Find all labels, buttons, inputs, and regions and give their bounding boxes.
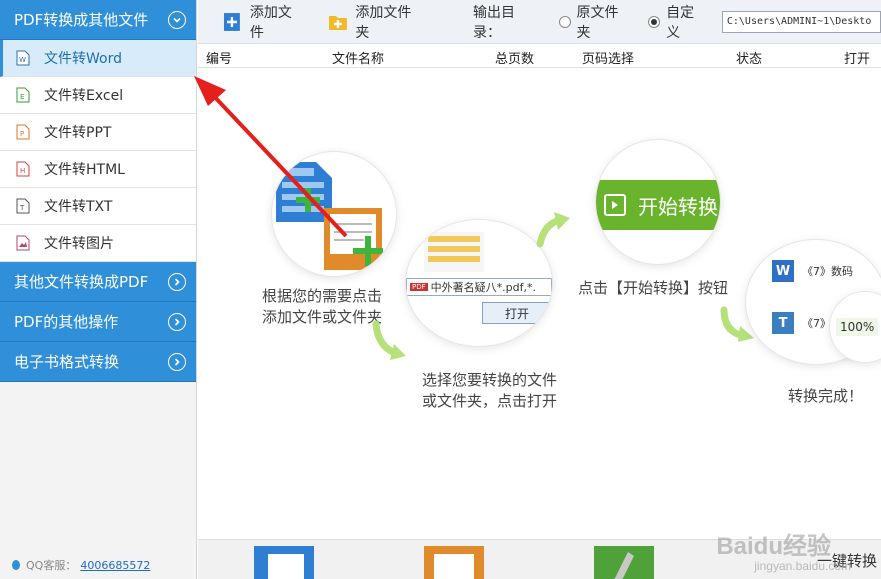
baidu-watermark: Baidu经验 (716, 533, 831, 560)
svg-text:E: E (20, 93, 24, 101)
ppt-file-icon: P (16, 124, 30, 140)
col-open: 打开 (844, 52, 871, 67)
word-doc-icon: W (772, 260, 794, 282)
toolbar: 添加文件 添加文件夹 输出目录： 原文件夹 自定义 C:\Users\ADMIN… (198, 0, 881, 44)
add-file-button[interactable]: 添加文件 (222, 2, 306, 42)
step4-text: 转换完成！ (788, 387, 864, 405)
result-row-1: W 《7》数码 (772, 260, 853, 282)
radio-custom-folder[interactable]: 自定义 (648, 2, 708, 42)
qq-label: QQ客服： (26, 559, 77, 572)
chevron-right-icon (168, 272, 186, 291)
add-folder-button[interactable]: 添加文件夹 (328, 2, 425, 42)
col-filename: 文件名称 (332, 52, 385, 67)
output-dir-label: 输出目录： (472, 4, 515, 41)
svg-text:W: W (19, 56, 26, 64)
image-file-icon (16, 235, 30, 251)
add-folder-icon (328, 15, 347, 30)
file-name-text: 中外著名疑 (430, 281, 486, 294)
col-total-pages: 总页数 (495, 52, 535, 67)
svg-text:P: P (20, 130, 24, 138)
sidebar-item-to-html[interactable]: H 文件转HTML (0, 151, 196, 188)
sidebar-item-label: 文件转Word (44, 51, 122, 67)
step2-illustration: PDF 中外著名疑 八*.pdf,*. 打开 (406, 220, 552, 346)
col-page-select: 页码选择 (582, 52, 635, 67)
chevron-down-icon (168, 10, 186, 29)
section-pdf-other-ops[interactable]: PDF的其他操作 (0, 302, 196, 342)
start-convert-button[interactable]: 开始转换 (596, 180, 720, 230)
section-label: 电子书格式转换 (14, 353, 120, 371)
add-file-illustration (276, 162, 383, 270)
sidebar: PDF转换成其他文件 W 文件转Word E 文件转Excel P 文件转PPT… (0, 0, 197, 579)
step2-text: 选择您要转换的文件 或文件夹，点击打开 (422, 371, 558, 410)
progress-value: 100% (836, 318, 879, 336)
baidu-watermark-url: jingyan.baidu.com (754, 559, 851, 573)
html-file-icon: H (16, 161, 30, 177)
radio-label: 自定义 (666, 4, 695, 41)
col-status: 状态 (736, 52, 763, 67)
qq-icon (12, 560, 20, 570)
excel-file-icon: E (16, 87, 30, 103)
step1-text: 根据您的需要点击 添加文件或文件夹 (262, 287, 383, 326)
word-file-icon: W (16, 50, 30, 66)
open-button[interactable]: 打开 (482, 302, 552, 324)
chevron-right-icon (168, 312, 186, 331)
result-row-1-text: 《7》数码 (802, 265, 853, 278)
tool-target-icon (594, 546, 654, 579)
sidebar-item-to-excel[interactable]: E 文件转Excel (0, 77, 196, 114)
qq-number-link[interactable]: 4006685572 (80, 559, 150, 572)
sidebar-item-to-txt[interactable]: T 文件转TXT (0, 188, 196, 225)
section-other-to-pdf[interactable]: 其他文件转换成PDF (0, 262, 196, 302)
start-convert-label: 开始转换 (638, 194, 718, 219)
add-folder-label: 添加文件夹 (355, 4, 412, 41)
sidebar-item-label: 文件转TXT (44, 199, 113, 215)
radio-dot-selected (648, 15, 661, 28)
sidebar-item-label: 文件转PPT (44, 125, 112, 141)
word-target-icon (254, 546, 314, 579)
txt-file-icon: T (16, 198, 30, 214)
folder-list (424, 232, 484, 272)
sidebar-item-label: 文件转HTML (44, 162, 125, 178)
green-arrow-icon (536, 212, 570, 248)
svg-text:T: T (19, 204, 25, 212)
sidebar-item-to-word[interactable]: W 文件转Word (0, 40, 196, 77)
col-number: 编号 (206, 52, 233, 67)
add-file-icon (223, 12, 240, 31)
section-pdf-to-other[interactable]: PDF转换成其他文件 (0, 0, 196, 40)
sidebar-item-to-image[interactable]: 文件转图片 (0, 225, 196, 262)
file-name-row: PDF 中外著名疑 八*.pdf,*. (406, 278, 552, 296)
result-row-2-text: 《7》 (802, 317, 831, 330)
sidebar-item-label: 文件转图片 (44, 236, 114, 252)
play-icon (604, 194, 626, 216)
result-row-2: T 《7》 (772, 312, 831, 334)
sidebar-item-label: 文件转Excel (44, 88, 124, 104)
radio-original-folder[interactable]: 原文件夹 (558, 2, 633, 42)
qq-support: QQ客服： 4006685572 (10, 557, 150, 573)
step3-illustration: 开始转换 (596, 140, 720, 264)
radio-label: 原文件夹 (576, 4, 619, 41)
step1-illustration (272, 152, 396, 276)
section-label: PDF的其他操作 (14, 313, 119, 331)
step3-text: 点击【开始转换】按钮 (578, 279, 729, 297)
file-ext-text: 八*.pdf,*. (485, 281, 536, 294)
sidebar-item-to-ppt[interactable]: P 文件转PPT (0, 114, 196, 151)
section-ebook-convert[interactable]: 电子书格式转换 (0, 342, 196, 382)
section-label: 其他文件转换成PDF (14, 273, 149, 291)
section-label: PDF转换成其他文件 (14, 11, 149, 29)
svg-text:H: H (20, 167, 25, 175)
chevron-right-icon (168, 352, 186, 371)
radio-dot (558, 15, 571, 28)
green-arrow-icon (372, 320, 406, 360)
guide-area: 根据您的需要点击 添加文件或文件夹 PDF 中外著名疑 八*.pdf,*. 打开… (198, 68, 881, 539)
file-table-header: 编号 文件名称 总页数 页码选择 状态 打开 (198, 44, 881, 68)
txt-doc-icon: T (772, 312, 794, 334)
folder-target-icon (424, 546, 484, 579)
pdf-badge-icon: PDF (410, 283, 428, 291)
add-file-label: 添加文件 (249, 4, 292, 41)
output-path-field[interactable]: C:\Users\ADMINI~1\Deskto (721, 10, 881, 33)
